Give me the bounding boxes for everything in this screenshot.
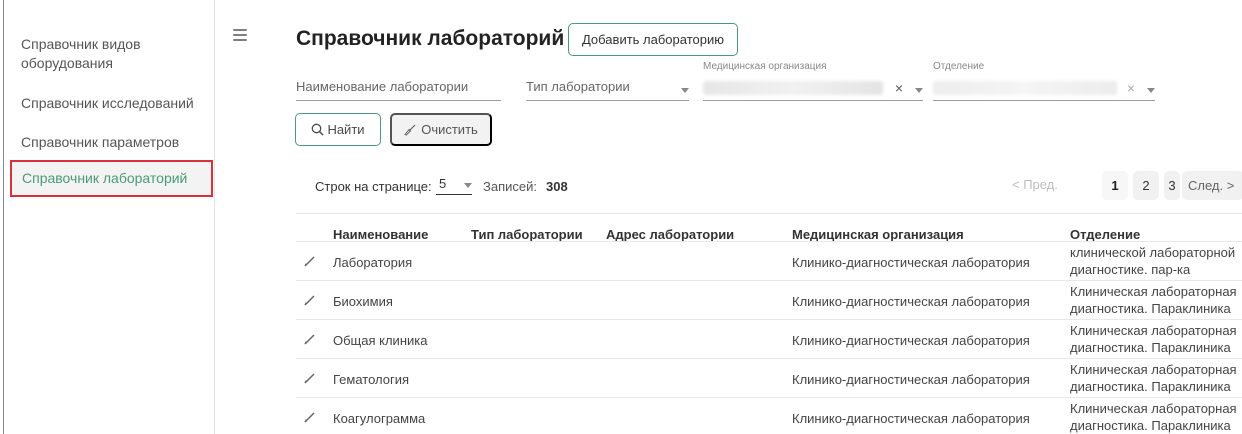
pagination-page-1[interactable]: 1 [1102, 171, 1128, 200]
cell-organization: Клинико-диагностическая лаборатория [792, 333, 1030, 348]
cell-name: Биохимия [333, 294, 393, 309]
rows-per-page-label: Строк на странице: [315, 179, 432, 194]
lab-type-select[interactable]: Тип лаборатории [526, 75, 689, 101]
medical-organization-select[interactable]: Медицинская организация × [703, 61, 923, 101]
column-header-department[interactable]: Отделение [1070, 227, 1140, 242]
pagination-next-button[interactable]: След. > [1182, 171, 1242, 200]
pencil-icon[interactable] [303, 332, 317, 346]
pencil-icon[interactable] [303, 293, 317, 307]
pagination-page-2[interactable]: 2 [1133, 171, 1159, 200]
table-row: Общая клиника Клинико-диагностическая ла… [296, 319, 1242, 358]
pagination-prev-button[interactable]: < Пред. [1012, 177, 1058, 192]
chevron-down-icon [1147, 88, 1155, 93]
cell-department: Клиническая лабораторная диагностика. Па… [1070, 284, 1237, 316]
department-select[interactable]: Отделение × [933, 61, 1155, 101]
lab-type-placeholder: Тип лаборатории [526, 79, 630, 94]
table-row: Лаборатория Клинико-диагностическая лабо… [296, 241, 1242, 280]
cell-department: Клиническая лабораторная диагностика. Па… [1070, 401, 1237, 433]
chevron-down-icon [915, 88, 923, 93]
sidebar: Справочник видов оборудования Справочник… [9, 0, 215, 434]
sidebar-item-studies[interactable]: Справочник исследований [9, 94, 215, 113]
hamburger-icon[interactable] [230, 25, 250, 45]
search-button[interactable]: Найти [295, 113, 381, 146]
clear-icon[interactable]: × [895, 80, 903, 96]
pencil-icon[interactable] [303, 254, 317, 268]
search-button-label: Найти [327, 122, 365, 137]
cell-department: клинической лабораторной диагностике. па… [1070, 245, 1236, 277]
cell-department: Клиническая лабораторная диагностика. Па… [1070, 323, 1237, 355]
lab-name-input[interactable]: Наименование лаборатории [296, 75, 501, 101]
table-row: Коагулограмма Клинико-диагностическая ла… [296, 397, 1242, 434]
pencil-icon[interactable] [303, 410, 317, 424]
column-header-organization[interactable]: Медицинская организация [792, 227, 964, 242]
department-label: Отделение [933, 61, 985, 72]
sidebar-item-equipment-types[interactable]: Справочник видов оборудования [9, 35, 215, 73]
chevron-down-icon [464, 183, 472, 188]
column-header-name[interactable]: Наименование [333, 227, 428, 242]
add-laboratory-button[interactable]: Добавить лабораторию [568, 23, 738, 56]
table-row: Гематология Клинико-диагностическая лабо… [296, 358, 1242, 397]
sidebar-item-laboratories[interactable]: Справочник лабораторий [10, 160, 213, 197]
page-title: Справочник лабораторий [296, 27, 565, 50]
cell-name: Лаборатория [333, 255, 413, 270]
cell-name: Общая клиника [333, 333, 428, 348]
records-label: Записей: [483, 179, 537, 194]
clear-icon[interactable]: × [1127, 80, 1135, 96]
column-header-type[interactable]: Тип лаборатории [471, 227, 583, 242]
cell-organization: Клинико-диагностическая лаборатория [792, 255, 1030, 270]
cell-department: Клиническая лабораторная диагностика. Па… [1070, 362, 1237, 394]
medical-organization-value [703, 81, 883, 95]
table-row: Биохимия Клинико-диагностическая лаборат… [296, 280, 1242, 319]
sidebar-item-parameters[interactable]: Справочник параметров [9, 133, 215, 152]
chevron-down-icon [681, 88, 689, 93]
pagination-page-3[interactable]: 3 [1164, 171, 1180, 200]
lab-name-placeholder: Наименование лаборатории [296, 79, 469, 94]
table-divider [296, 213, 1242, 214]
window-edge-line [3, 0, 4, 434]
column-header-address[interactable]: Адрес лаборатории [606, 227, 734, 242]
cell-organization: Клинико-диагностическая лаборатория [792, 411, 1030, 426]
clear-button[interactable]: Очистить [390, 113, 492, 146]
department-value [933, 81, 1117, 95]
clear-button-label: Очистить [421, 122, 478, 137]
cell-organization: Клинико-диагностическая лаборатория [792, 372, 1030, 387]
rows-per-page-value: 5 [439, 176, 447, 191]
medical-organization-label: Медицинская организация [703, 61, 827, 72]
search-icon [312, 123, 324, 136]
pencil-icon[interactable] [303, 371, 317, 385]
broom-icon [404, 124, 416, 136]
cell-name: Гематология [333, 372, 410, 387]
records-count: 308 [546, 179, 568, 194]
cell-organization: Клинико-диагностическая лаборатория [792, 294, 1030, 309]
rows-per-page-select[interactable]: 5 [436, 175, 472, 195]
cell-name: Коагулограмма [333, 411, 426, 426]
